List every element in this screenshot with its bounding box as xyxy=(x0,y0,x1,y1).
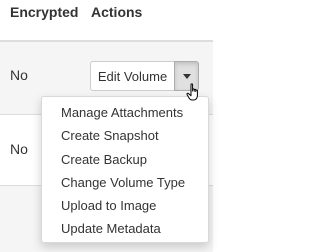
encrypted-cell: No xyxy=(10,67,28,83)
menu-item-create-snapshot[interactable]: Create Snapshot xyxy=(42,124,208,147)
chevron-down-icon xyxy=(183,74,191,79)
table-header: Encrypted Actions xyxy=(0,0,213,42)
column-header-actions: Actions xyxy=(91,4,143,20)
column-header-encrypted[interactable]: Encrypted xyxy=(10,4,78,20)
menu-item-manage-attachments[interactable]: Manage Attachments xyxy=(42,101,208,124)
actions-dropdown-menu: Manage Attachments Create Snapshot Creat… xyxy=(41,96,209,243)
menu-item-update-metadata[interactable]: Update Metadata xyxy=(42,217,208,240)
volumes-table: Encrypted Actions No Edit Volume No Mana… xyxy=(0,0,213,252)
edit-volume-button[interactable]: Edit Volume xyxy=(90,61,175,91)
menu-item-create-backup[interactable]: Create Backup xyxy=(42,148,208,171)
menu-item-change-volume-type[interactable]: Change Volume Type xyxy=(42,171,208,194)
menu-item-upload-to-image[interactable]: Upload to Image xyxy=(42,194,208,217)
hand-pointer-cursor-icon xyxy=(186,83,198,101)
encrypted-cell: No xyxy=(10,141,28,157)
